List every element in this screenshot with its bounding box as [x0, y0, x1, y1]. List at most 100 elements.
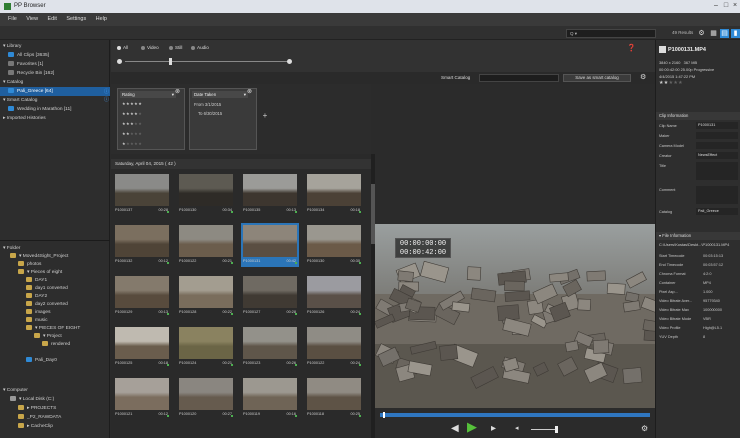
sidebar-header-catalog[interactable]: ▾ Catalog: [0, 78, 110, 87]
clip-info-header[interactable]: Clip Information: [656, 112, 740, 120]
panel-toggle-icon[interactable]: ▮: [731, 29, 740, 38]
thumbnail-item[interactable]: P1000122 00:24: [305, 325, 363, 369]
thumbnail-item[interactable]: P1000127 00:28: [241, 274, 299, 318]
thumbnail-item[interactable]: P1000119 00:16: [241, 376, 299, 420]
slider-handle[interactable]: [169, 58, 172, 65]
sidebar-folder-item[interactable]: rendered: [0, 340, 110, 349]
sidebar-item-favorites[interactable]: Favorites [1]: [0, 60, 110, 69]
sidebar-divider[interactable]: [0, 240, 110, 241]
previous-icon[interactable]: ◀: [451, 423, 459, 435]
rating-row-3[interactable]: ★★★★★: [122, 121, 142, 126]
view-list-icon[interactable]: ▤: [720, 29, 729, 38]
sidebar-header-library[interactable]: ▾ Library: [0, 42, 110, 51]
sidebar-drive-folder[interactable]: ▸ PROJECTS: [0, 404, 110, 413]
sidebar-header-imported[interactable]: ▸ Imported Histories: [0, 114, 110, 123]
sidebar-drive-folder[interactable]: _P2_RAWDATA: [0, 413, 110, 422]
media-filter-video[interactable]: Video: [141, 45, 159, 50]
thumbnail-item[interactable]: P1000128 00:22: [177, 274, 235, 318]
rating-row-5[interactable]: ★★★★★: [122, 101, 142, 106]
info-icon[interactable]: ⓘ: [104, 88, 109, 95]
thumbnail-name: P1000121: [115, 412, 133, 416]
minimize-icon[interactable]: –: [712, 2, 720, 10]
maximize-icon[interactable]: □: [722, 2, 730, 10]
preview-video[interactable]: 00:00:00:00 00:00:42:00: [375, 224, 655, 408]
rating-dropdown[interactable]: Rating ▾: [120, 91, 176, 98]
play-icon[interactable]: ▶: [467, 420, 477, 433]
thumbnail-item[interactable]: P1000131 00:42: [241, 223, 299, 267]
volume-handle[interactable]: [555, 426, 558, 433]
gear-icon[interactable]: ⚙: [697, 29, 706, 38]
sidebar-item-all-clips[interactable]: All Clips [3635]: [0, 51, 110, 60]
thumbnail-item[interactable]: P1000132 00:12: [113, 223, 171, 267]
sidebar-folder-item[interactable]: Pali_Day0: [0, 356, 110, 365]
thumbnail-caption: P1000118 00:25: [307, 411, 361, 418]
rating-row-4[interactable]: ★★★★★: [122, 111, 142, 116]
thumbnail-item[interactable]: P1000124 00:21: [177, 325, 235, 369]
thumbnail-item[interactable]: P1000126 00:24: [305, 274, 363, 318]
thumbnail-item[interactable]: P1000137 00:28: [113, 172, 171, 216]
thumbnail-item[interactable]: P1000130 00:34: [177, 172, 235, 216]
thumbnail-item[interactable]: P1000134 00:18: [305, 172, 363, 216]
thumbnail-item[interactable]: P1000123 00:26: [241, 325, 299, 369]
clip-field-value[interactable]: [696, 162, 738, 180]
save-smart-catalog-button[interactable]: Save as smart catalog: [563, 74, 631, 82]
thumbnail-item[interactable]: P1000122 00:21: [177, 223, 235, 267]
view-grid-icon[interactable]: ▦: [709, 29, 718, 38]
thumbnail-name: P1000131: [243, 259, 261, 263]
thumbnail-item[interactable]: P1000118 00:25: [305, 376, 363, 420]
clip-field-value[interactable]: [696, 186, 738, 204]
playback-progress-bar[interactable]: [380, 412, 650, 418]
volume-icon[interactable]: ◂: [515, 423, 519, 435]
menu-file[interactable]: File: [8, 16, 17, 22]
date-dropdown[interactable]: Date Taken ▾: [192, 91, 248, 98]
file-info-header[interactable]: ▾ File Information: [656, 232, 740, 240]
menu-help[interactable]: Help: [96, 16, 107, 22]
thumb-size-slider[interactable]: [125, 61, 289, 62]
menu-view[interactable]: View: [26, 16, 38, 22]
thumbnail-item[interactable]: P1000121 00:12: [113, 376, 171, 420]
sidebar-header-computer[interactable]: ▾ Computer: [0, 386, 110, 395]
clip-field-value[interactable]: Pali_Greece: [696, 208, 738, 215]
clip-field-value[interactable]: [696, 142, 738, 149]
smart-catalog-input[interactable]: [479, 74, 559, 82]
help-icon[interactable]: ❓: [627, 44, 636, 52]
sidebar-item-wedding[interactable]: Wedding in Marathon [11]: [0, 105, 110, 114]
sidebar-item-pali-greece[interactable]: Pali_Greece [64]: [0, 87, 110, 96]
date-from[interactable]: From 3/1/2015: [194, 102, 221, 107]
settings-gear-icon[interactable]: ⚙: [640, 73, 646, 81]
status-dot: [231, 262, 233, 264]
clip-field-label: Camera Model: [659, 144, 684, 148]
close-icon[interactable]: ×: [731, 2, 739, 10]
sidebar-item-recycle-bin[interactable]: Recycle Bin [162]: [0, 69, 110, 78]
sidebar-drive-folder[interactable]: ▸ CacheClip: [0, 422, 110, 431]
playhead[interactable]: [382, 412, 385, 418]
clip-field-value[interactable]: [696, 132, 738, 139]
thumbnail-item[interactable]: P1000125 00:18: [113, 325, 171, 369]
media-filter-still[interactable]: Still: [169, 45, 182, 50]
settings-gear-icon[interactable]: ⚙: [641, 423, 648, 435]
menu-edit[interactable]: Edit: [47, 16, 56, 22]
next-icon[interactable]: ▸: [491, 423, 496, 435]
clip-field-value[interactable]: NewsEffect: [696, 152, 738, 159]
add-filter-icon[interactable]: +: [261, 112, 269, 120]
menu-settings[interactable]: Settings: [66, 16, 86, 22]
media-filter-all[interactable]: All: [117, 45, 128, 50]
thumbnail-item[interactable]: P1000129 00:13: [113, 274, 171, 318]
close-filter-icon[interactable]: ⊗: [247, 88, 252, 95]
clip-field-value[interactable]: P1000131: [696, 122, 738, 129]
rating-row-2[interactable]: ★★★★★: [122, 131, 142, 136]
thumbnail-item[interactable]: P1000130 00:30: [305, 223, 363, 267]
sidebar-header-smart-catalog[interactable]: ▾ Smart Catalog: [0, 96, 110, 105]
clip-field-row: Maker: [659, 132, 739, 140]
search-input[interactable]: Q ▾: [566, 29, 656, 38]
volume-slider[interactable]: [531, 429, 557, 430]
thumbnail-item[interactable]: P1000135 00:13: [241, 172, 299, 216]
date-to[interactable]: To 6/30/2015: [198, 111, 222, 116]
rating-row-1[interactable]: ★★★★★: [122, 141, 142, 146]
thumbnail-item[interactable]: P1000120 00:27: [177, 376, 235, 420]
sidebar-drive-item[interactable]: ▾ Local Disk (C:): [0, 395, 110, 404]
clip-rating[interactable]: ★★★★★: [659, 80, 683, 86]
close-filter-icon[interactable]: ⊗: [175, 88, 180, 95]
media-filter-audio[interactable]: Audio: [191, 45, 209, 50]
info-icon[interactable]: ⓘ: [104, 96, 109, 103]
